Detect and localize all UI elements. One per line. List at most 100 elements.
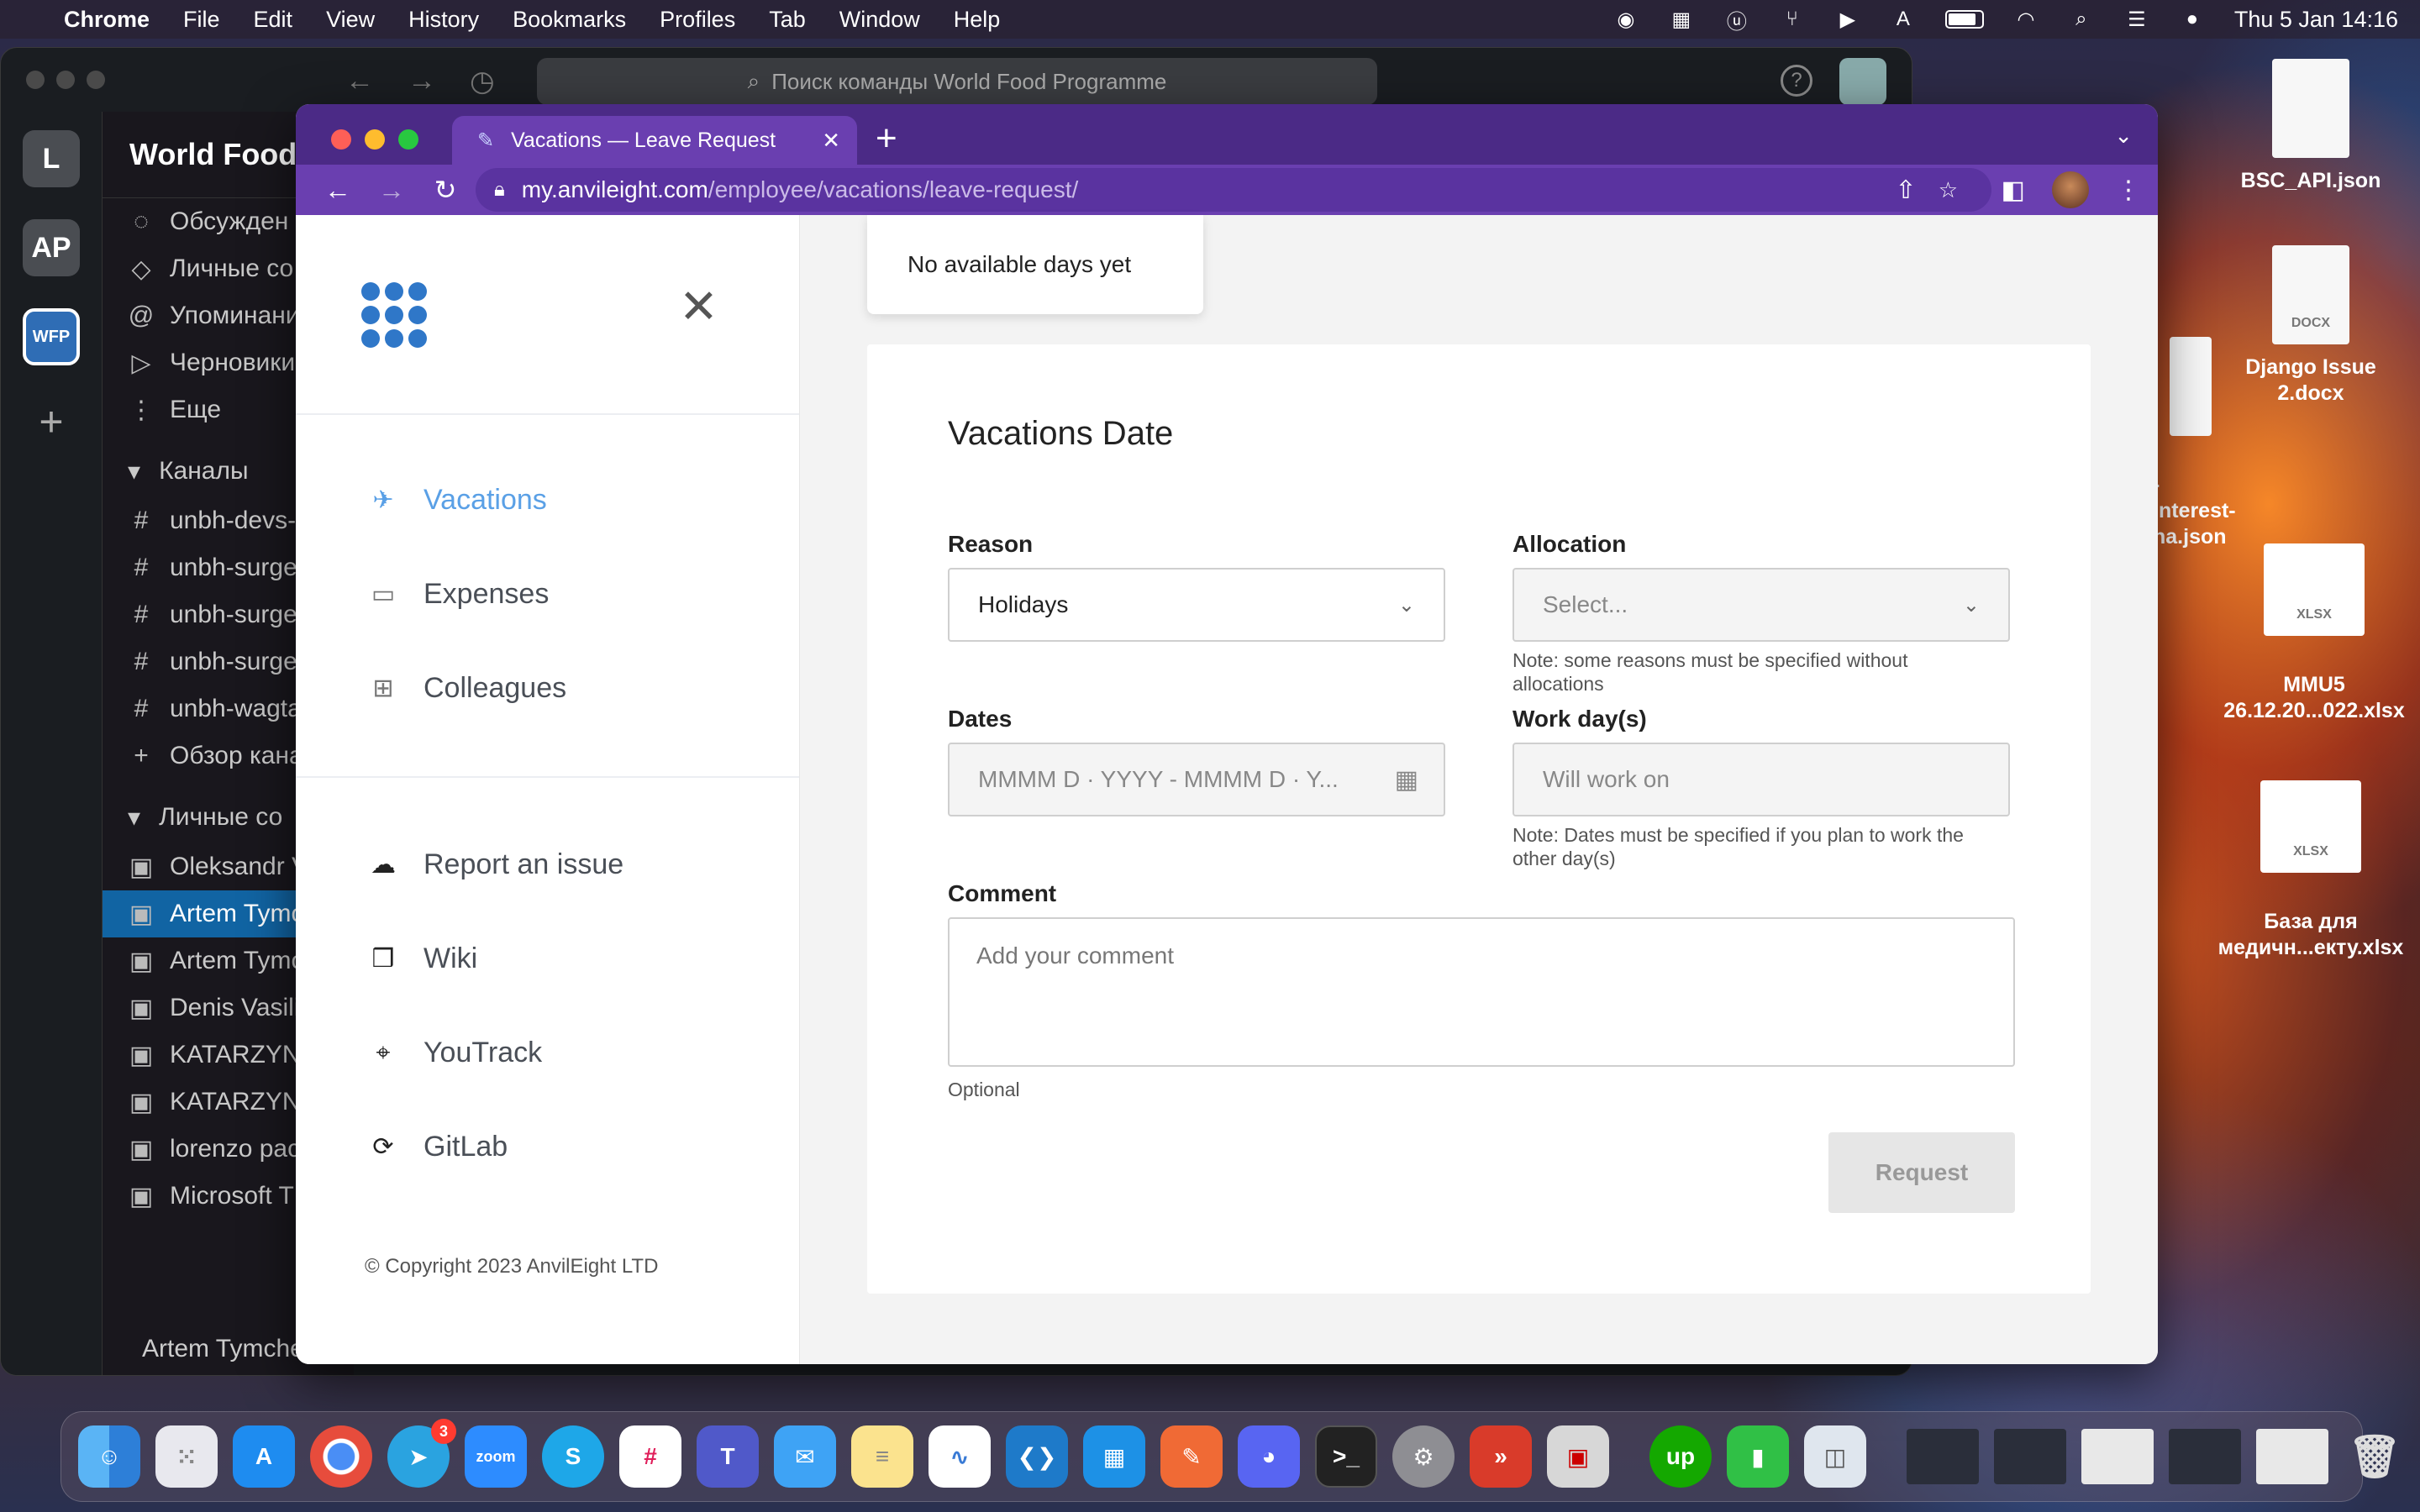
profile-avatar[interactable] (2052, 171, 2089, 208)
minimized-window-thumbnail[interactable] (2081, 1429, 2154, 1484)
upwork-icon[interactable]: up (1649, 1425, 1712, 1488)
forward-arrow-icon[interactable]: → (365, 175, 418, 206)
notes-icon[interactable]: ≡ (851, 1425, 913, 1488)
slack-icon[interactable]: # (619, 1425, 681, 1488)
menu-app-name[interactable]: Chrome (64, 7, 150, 33)
add-workspace-icon[interactable]: + (1, 397, 102, 446)
zoom-icon[interactable]: zoom (465, 1425, 527, 1488)
share-icon[interactable]: ⇧ (1896, 176, 1917, 205)
finder-icon[interactable]: ☺ (78, 1425, 140, 1488)
request-button[interactable]: Request (1828, 1132, 2015, 1213)
tab-search-chevron-icon[interactable]: ⌄ (2114, 123, 2133, 149)
play-icon[interactable]: ▶ (1834, 8, 1861, 31)
freeform-icon[interactable]: ∿ (929, 1425, 991, 1488)
menu-profiles[interactable]: Profiles (660, 7, 735, 33)
kebab-menu-icon[interactable]: ⋮ (2116, 176, 2141, 205)
reason-select[interactable]: Holidays ⌄ (948, 568, 1445, 642)
nav-colleagues[interactable]: ⊞ Colleagues (365, 672, 566, 705)
fork-icon[interactable]: ⑂ (1779, 8, 1806, 31)
slack-user-avatar[interactable] (1839, 58, 1886, 105)
menubar-clock[interactable]: Thu 5 Jan 14:16 (2234, 7, 2398, 33)
desktop-file[interactable]: XLSX База для медичн...екту.xlsx (2210, 754, 2412, 987)
input-source-icon[interactable]: A (1890, 8, 1917, 31)
link-gitlab[interactable]: ⟳ GitLab (365, 1131, 508, 1163)
slack-close-button[interactable] (26, 71, 45, 89)
battery-icon[interactable] (1944, 10, 1984, 29)
help-icon[interactable]: ? (1781, 65, 1812, 97)
minimized-window-thumbnail[interactable] (2256, 1429, 2328, 1484)
teams-icon[interactable]: T (697, 1425, 759, 1488)
chrome-icon[interactable] (310, 1425, 372, 1488)
anvileight-logo[interactable] (361, 282, 427, 349)
minimized-window-thumbnail[interactable] (1907, 1429, 1979, 1484)
slack-search-input[interactable]: ⌕ Поиск команды World Food Programme (537, 58, 1377, 105)
app-store-icon[interactable]: A (233, 1425, 295, 1488)
terminal-icon[interactable]: >_ (1315, 1425, 1377, 1488)
postman-icon[interactable]: ✎ (1160, 1425, 1223, 1488)
side-panel-icon[interactable]: ◧ (2002, 176, 2025, 205)
menu-window[interactable]: Window (839, 7, 920, 33)
slack-minimize-button[interactable] (56, 71, 75, 89)
minimized-window-thumbnail[interactable] (2169, 1429, 2241, 1484)
preview-icon[interactable]: ▣ (1547, 1425, 1609, 1488)
desktop-file[interactable]: XLSX MMU5 26.12.20...022.xlsx (2218, 517, 2410, 750)
control-center-icon[interactable]: ☰ (2123, 8, 2150, 31)
workspace-ap[interactable]: AP (23, 219, 80, 276)
mail-icon[interactable]: ✉ (774, 1425, 836, 1488)
dates-picker[interactable]: MMMM D · YYYY - MMMM D · Y... ▦ (948, 743, 1445, 816)
remote-desktop-icon[interactable]: » (1470, 1425, 1532, 1488)
desktop-file[interactable]: BSC_API.json (2235, 59, 2386, 194)
link-wiki[interactable]: ❒ Wiki (365, 942, 478, 975)
menu-edit[interactable]: Edit (254, 7, 293, 33)
nav-expenses[interactable]: ▭ Expenses (365, 578, 550, 611)
window-close-button[interactable] (331, 129, 351, 150)
menu-bookmarks[interactable]: Bookmarks (513, 7, 626, 33)
history-clock-icon[interactable]: ◷ (470, 65, 495, 98)
minimized-window-thumbnail[interactable] (1994, 1429, 2066, 1484)
disk-utility-icon[interactable]: ◫ (1804, 1425, 1866, 1488)
slack-zoom-button[interactable] (87, 71, 105, 89)
comment-textarea[interactable]: Add your comment (948, 917, 2015, 1067)
browser-tab-active[interactable]: ✎ Vacations — Leave Request ✕ (452, 116, 857, 165)
window-zoom-button[interactable] (398, 129, 418, 150)
docker-icon[interactable]: ▦ (1083, 1425, 1145, 1488)
wifi-icon[interactable]: ◠ (2012, 8, 2039, 31)
link-youtrack[interactable]: ⌖ YouTrack (365, 1037, 543, 1069)
close-sidebar-icon[interactable]: ✕ (679, 279, 718, 334)
nav-vacations[interactable]: ✈ Vacations (365, 484, 546, 517)
menu-tab[interactable]: Tab (769, 7, 806, 33)
workdays-input[interactable]: Will work on (1512, 743, 2010, 816)
launchpad-icon[interactable]: ⁙ (155, 1425, 218, 1488)
slack-huddle-user[interactable]: Artem Tymche (142, 1335, 304, 1363)
workspace-l[interactable]: L (23, 130, 80, 187)
discord-icon[interactable]: ◕ (1238, 1425, 1300, 1488)
forward-arrow-icon[interactable]: → (408, 65, 436, 98)
siri-icon[interactable]: ● (2179, 8, 2206, 31)
upwork-icon[interactable]: ⓤ (1723, 8, 1750, 34)
reload-icon[interactable]: ↻ (418, 174, 472, 206)
calendar-icon[interactable]: ▦ (1395, 765, 1418, 795)
desktop-file[interactable]: DOCX Django Issue 2.docx (2223, 245, 2398, 407)
link-report-issue[interactable]: ☁ Report an issue (365, 848, 623, 881)
spotlight-search-icon[interactable]: ⌕ (2068, 8, 2095, 31)
system-settings-icon[interactable]: ⚙ (1392, 1425, 1455, 1488)
address-bar[interactable]: 🔒︎ my.anvileight.com /employee/vacations… (476, 168, 1991, 212)
notification-badge-icon[interactable]: ◉ (1612, 8, 1639, 31)
telegram-icon[interactable]: ➤ 3 (387, 1419, 456, 1488)
new-tab-button[interactable]: + (876, 118, 897, 160)
lock-icon[interactable]: 🔒︎ (494, 178, 505, 202)
back-arrow-icon[interactable]: ← (311, 175, 365, 206)
vscode-icon[interactable]: ❮❯ (1006, 1425, 1068, 1488)
skype-icon[interactable]: S (542, 1425, 604, 1488)
bookmark-star-icon[interactable]: ☆ (1939, 177, 1958, 203)
tab-close-icon[interactable]: ✕ (822, 128, 840, 154)
menu-help[interactable]: Help (954, 7, 1001, 33)
menu-file[interactable]: File (183, 7, 220, 33)
docker-icon[interactable]: ▦ (1668, 8, 1695, 31)
back-arrow-icon[interactable]: ← (345, 65, 374, 98)
numbers-icon[interactable]: ▮ (1727, 1425, 1789, 1488)
window-minimize-button[interactable] (365, 129, 385, 150)
menu-history[interactable]: History (408, 7, 479, 33)
workspace-wfp[interactable]: WFP (23, 308, 80, 365)
allocation-select[interactable]: Select... ⌄ (1512, 568, 2010, 642)
